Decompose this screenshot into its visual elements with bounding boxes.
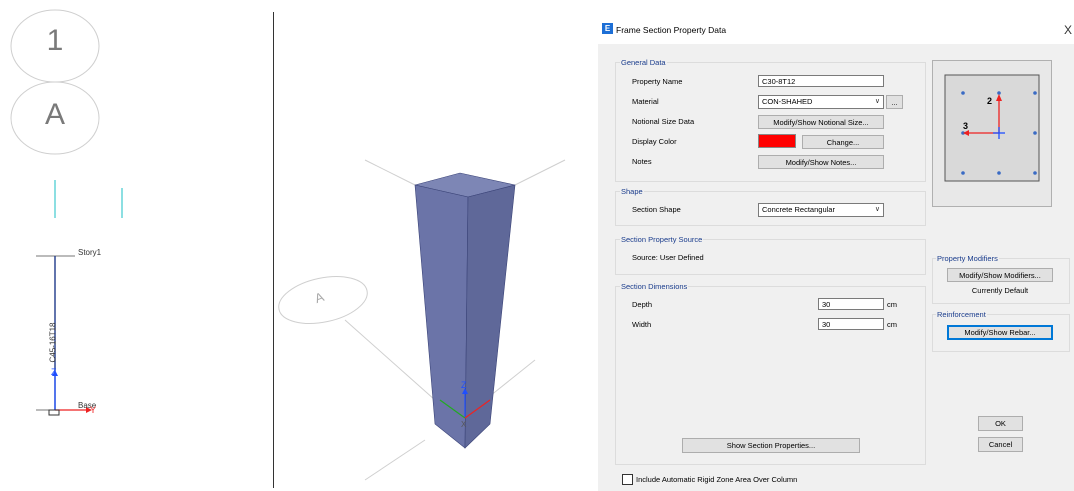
axis-3d-z-label: Z bbox=[461, 380, 467, 390]
notes-label: Notes bbox=[632, 157, 652, 166]
source-title: Section Property Source bbox=[620, 235, 704, 244]
modifiers-title: Property Modifiers bbox=[936, 254, 999, 263]
elevation-drawing bbox=[10, 9, 123, 416]
section-shape-label: Section Shape bbox=[632, 205, 681, 214]
material-label: Material bbox=[632, 97, 659, 106]
show-section-properties-button[interactable]: Show Section Properties... bbox=[682, 438, 860, 453]
depth-unit: cm bbox=[887, 300, 897, 309]
width-input[interactable]: 30 bbox=[818, 318, 884, 330]
grid-bubble-1: 1 bbox=[46, 24, 64, 57]
rigid-zone-label: Include Automatic Rigid Zone Area Over C… bbox=[636, 475, 798, 484]
dialog-title: Frame Section Property Data bbox=[616, 25, 727, 35]
width-label: Width bbox=[632, 320, 652, 329]
width-unit: cm bbox=[887, 320, 897, 329]
support-symbol bbox=[48, 409, 60, 416]
grid-line-3d-3 bbox=[344, 319, 436, 401]
3d-view[interactable]: A Z X bbox=[275, 0, 595, 491]
elevation-view[interactable]: 1 A Story1 Base C45-16T18 Z Y bbox=[0, 0, 272, 491]
3d-drawing bbox=[278, 159, 566, 481]
change-color-button[interactable]: Change... bbox=[802, 135, 884, 149]
modify-rebar-button[interactable]: Modify/Show Rebar... bbox=[947, 325, 1053, 340]
grid-line-3d-1 bbox=[364, 159, 416, 186]
rigid-zone-checkbox[interactable] bbox=[622, 474, 633, 485]
chevron-down-icon: ∨ bbox=[874, 206, 880, 213]
depth-label: Depth bbox=[632, 300, 653, 309]
grid-line-3d-2 bbox=[514, 159, 566, 186]
column-front-face bbox=[414, 184, 469, 449]
grid-bubble-a: A bbox=[44, 98, 65, 131]
chevron-down-icon: ∨ bbox=[874, 98, 880, 105]
notional-size-button[interactable]: Modify/Show Notional Size... bbox=[758, 115, 884, 129]
source-text: Source: User Defined bbox=[632, 253, 704, 262]
frame-section-dialog: E Frame Section Property Data X General … bbox=[598, 18, 1074, 491]
ok-button[interactable]: OK bbox=[978, 416, 1023, 431]
property-name-input[interactable]: C30-8T12 bbox=[758, 75, 884, 87]
cancel-button[interactable]: Cancel bbox=[978, 437, 1023, 452]
display-color-label: Display Color bbox=[632, 137, 677, 146]
modifiers-status: Currently Default bbox=[971, 286, 1029, 295]
axis-y-label: Y bbox=[90, 405, 97, 415]
material-more-button[interactable]: ... bbox=[886, 95, 903, 109]
section-shape-select[interactable]: Concrete Rectangular ∨ bbox=[758, 203, 884, 217]
axis-3d-x-label: X bbox=[461, 420, 467, 429]
material-value: CON-SHAHED bbox=[762, 97, 813, 106]
notional-size-label: Notional Size Data bbox=[632, 117, 695, 126]
property-name-label: Property Name bbox=[632, 77, 683, 86]
column-label: C45-16T18 bbox=[48, 322, 58, 363]
preview-axis-3: 3 bbox=[963, 121, 969, 131]
grid-line-3d-5 bbox=[364, 439, 426, 481]
close-icon[interactable]: X bbox=[1064, 23, 1072, 37]
notes-button[interactable]: Modify/Show Notes... bbox=[758, 155, 884, 169]
modify-modifiers-button[interactable]: Modify/Show Modifiers... bbox=[947, 268, 1053, 282]
general-data-title: General Data bbox=[620, 58, 667, 67]
material-select[interactable]: CON-SHAHED ∨ bbox=[758, 95, 884, 109]
preview-axis-2: 2 bbox=[987, 96, 993, 106]
dialog-titlebar[interactable]: E Frame Section Property Data X bbox=[598, 18, 1074, 44]
column-side-face bbox=[464, 184, 516, 449]
axis-z-label: Z bbox=[51, 367, 57, 377]
display-color-swatch bbox=[758, 134, 796, 148]
section-shape-value: Concrete Rectangular bbox=[762, 205, 835, 214]
section-preview: 2 3 bbox=[932, 60, 1052, 207]
app-logo-icon: E bbox=[602, 23, 613, 34]
dimensions-title: Section Dimensions bbox=[620, 282, 689, 291]
story1-label: Story1 bbox=[78, 248, 102, 257]
shape-title: Shape bbox=[620, 187, 644, 196]
view-divider[interactable] bbox=[273, 12, 274, 488]
depth-input[interactable]: 30 bbox=[818, 298, 884, 310]
reinforcement-title: Reinforcement bbox=[936, 310, 987, 319]
